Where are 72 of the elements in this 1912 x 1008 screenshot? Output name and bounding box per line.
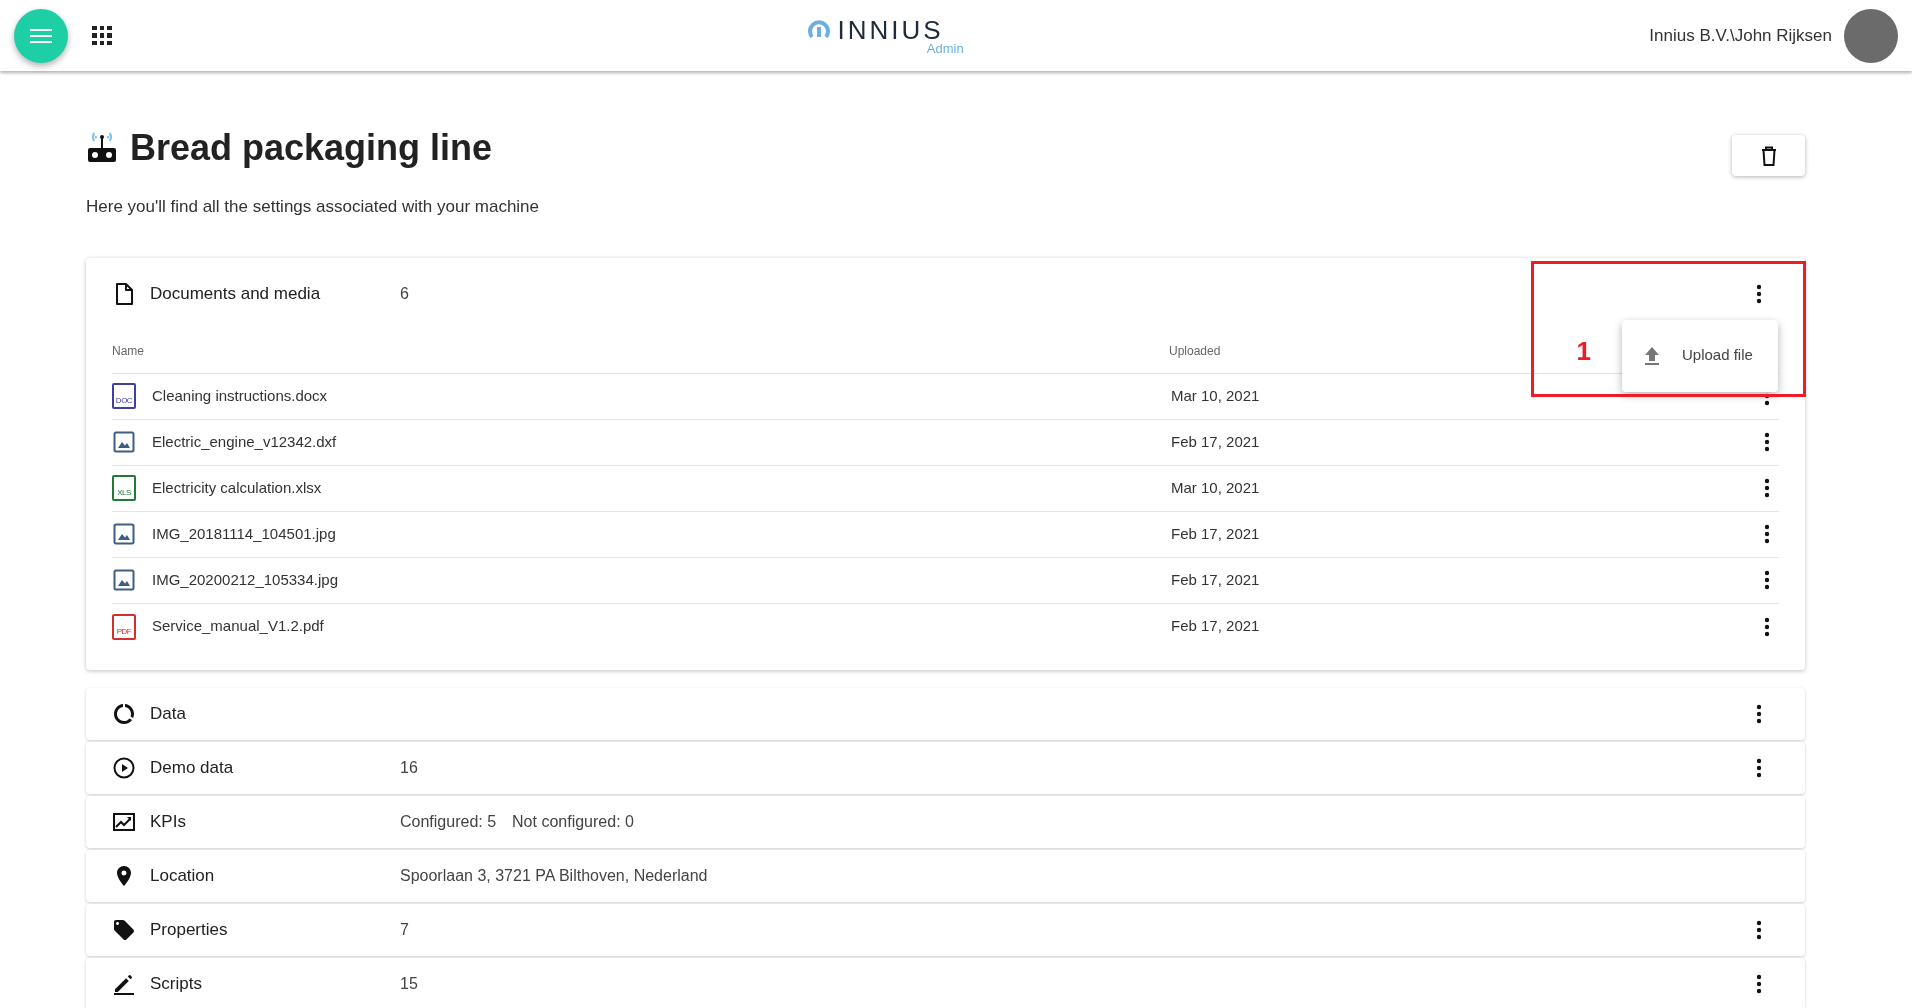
ring-chart-icon [112,701,136,726]
logo-subtitle: Admin [926,41,964,55]
section-title: Data [150,702,187,725]
section-row[interactable]: KPIs Configured: 5 Not configured: 0 [86,795,1805,848]
tag-icon [112,917,136,942]
file-row[interactable]: IMG_20200212_105334.jpg Feb 17, 2021 [112,557,1779,604]
file-name: Electricity calculation.xlsx [152,477,323,498]
section-title: Demo data [150,756,235,779]
play-circle-icon [112,755,136,780]
vertical-dots-icon [1764,478,1770,498]
delete-button[interactable] [1732,135,1805,176]
section-title: Properties [150,918,229,941]
file-name: Electric_engine_v12342.dxf [152,431,338,452]
annotation-label: 1 [1576,334,1591,368]
section-title: Documents and media [150,282,322,305]
file-name: IMG_20181114_104501.jpg [152,523,337,544]
vertical-dots-icon [1756,919,1762,940]
section-value: 15 [400,973,418,994]
document-file-icon: DOC [112,383,136,409]
page-subtitle: Here you'll find all the settings associated with your machine [86,196,541,218]
vertical-dots-icon [1756,703,1762,724]
section-count: 6 [400,283,409,304]
file-row[interactable]: IMG_20181114_104501.jpg Feb 17, 2021 [112,511,1779,558]
trash-icon [1760,145,1777,166]
section-row[interactable]: Scripts 15 [86,957,1805,1008]
document-file-icon: PDF [112,613,136,640]
file-name: Service_manual_V1.2.pdf [152,616,325,637]
logo-text: INNIUS [837,16,944,43]
upload-file-menu-item[interactable]: Upload file [1622,319,1778,392]
file-name: IMG_20200212_105334.jpg [152,569,339,590]
machine-icon [86,132,118,164]
file-row[interactable]: PDF Service_manual_V1.2.pdf Feb 17, 2021 [112,603,1779,650]
column-header: Name [112,343,145,360]
image-file-icon [113,431,135,453]
section-row[interactable]: Demo data 16 [86,741,1805,794]
upload-date: Feb 17, 2021 [1171,523,1260,544]
vertical-dots-icon [1756,973,1762,994]
section-title: Location [150,864,216,887]
column-header: Uploaded [1169,343,1221,360]
vertical-dots-icon [1764,432,1770,452]
avatar[interactable] [1844,8,1898,63]
section-title: Scripts [150,972,203,995]
image-file-icon [113,523,135,545]
section-title: KPIs [150,810,187,833]
file-row[interactable]: XLS Electricity calculation.xlsx Mar 10, 2021 [112,465,1779,512]
section-value: Spoorlaan 3, 3721 PA Bilthoven, Nederland [400,865,708,886]
section-row[interactable]: Location Spoorlaan 3, 3721 PA Bilthoven, Nederland [86,849,1805,902]
file-name: Cleaning instructions.docx [152,385,329,406]
section-value: 7 [400,919,409,940]
vertical-dots-icon [1756,283,1762,304]
page-title: Bread packaging line [130,126,493,170]
upload-date: Mar 10, 2021 [1171,385,1260,406]
upload-date: Feb 17, 2021 [1171,616,1260,637]
upload-date: Feb 17, 2021 [1171,431,1260,452]
vertical-dots-icon [1764,616,1770,637]
vertical-dots-icon [1764,524,1770,544]
section-value: Configured: 5 [400,811,497,832]
apps-grid-button[interactable] [92,25,112,46]
menu-icon [30,27,52,44]
upload-date: Mar 10, 2021 [1171,477,1260,498]
section-row[interactable]: Data [86,687,1805,740]
document-file-icon: XLS [112,475,136,501]
file-row[interactable]: Electric_engine_v12342.dxf Feb 17, 2021 [112,419,1779,466]
upload-icon [1644,345,1660,366]
vertical-dots-icon [1764,570,1770,590]
image-file-icon [113,569,135,591]
vertical-dots-icon [1756,757,1762,778]
section-row[interactable]: Properties 7 [86,903,1805,956]
section-value: 16 [400,757,418,778]
section-value: Not configured: 0 [512,811,634,832]
user-name: Innius B.V.\John Rijksen [1649,24,1832,47]
upload-date: Feb 17, 2021 [1171,569,1260,590]
